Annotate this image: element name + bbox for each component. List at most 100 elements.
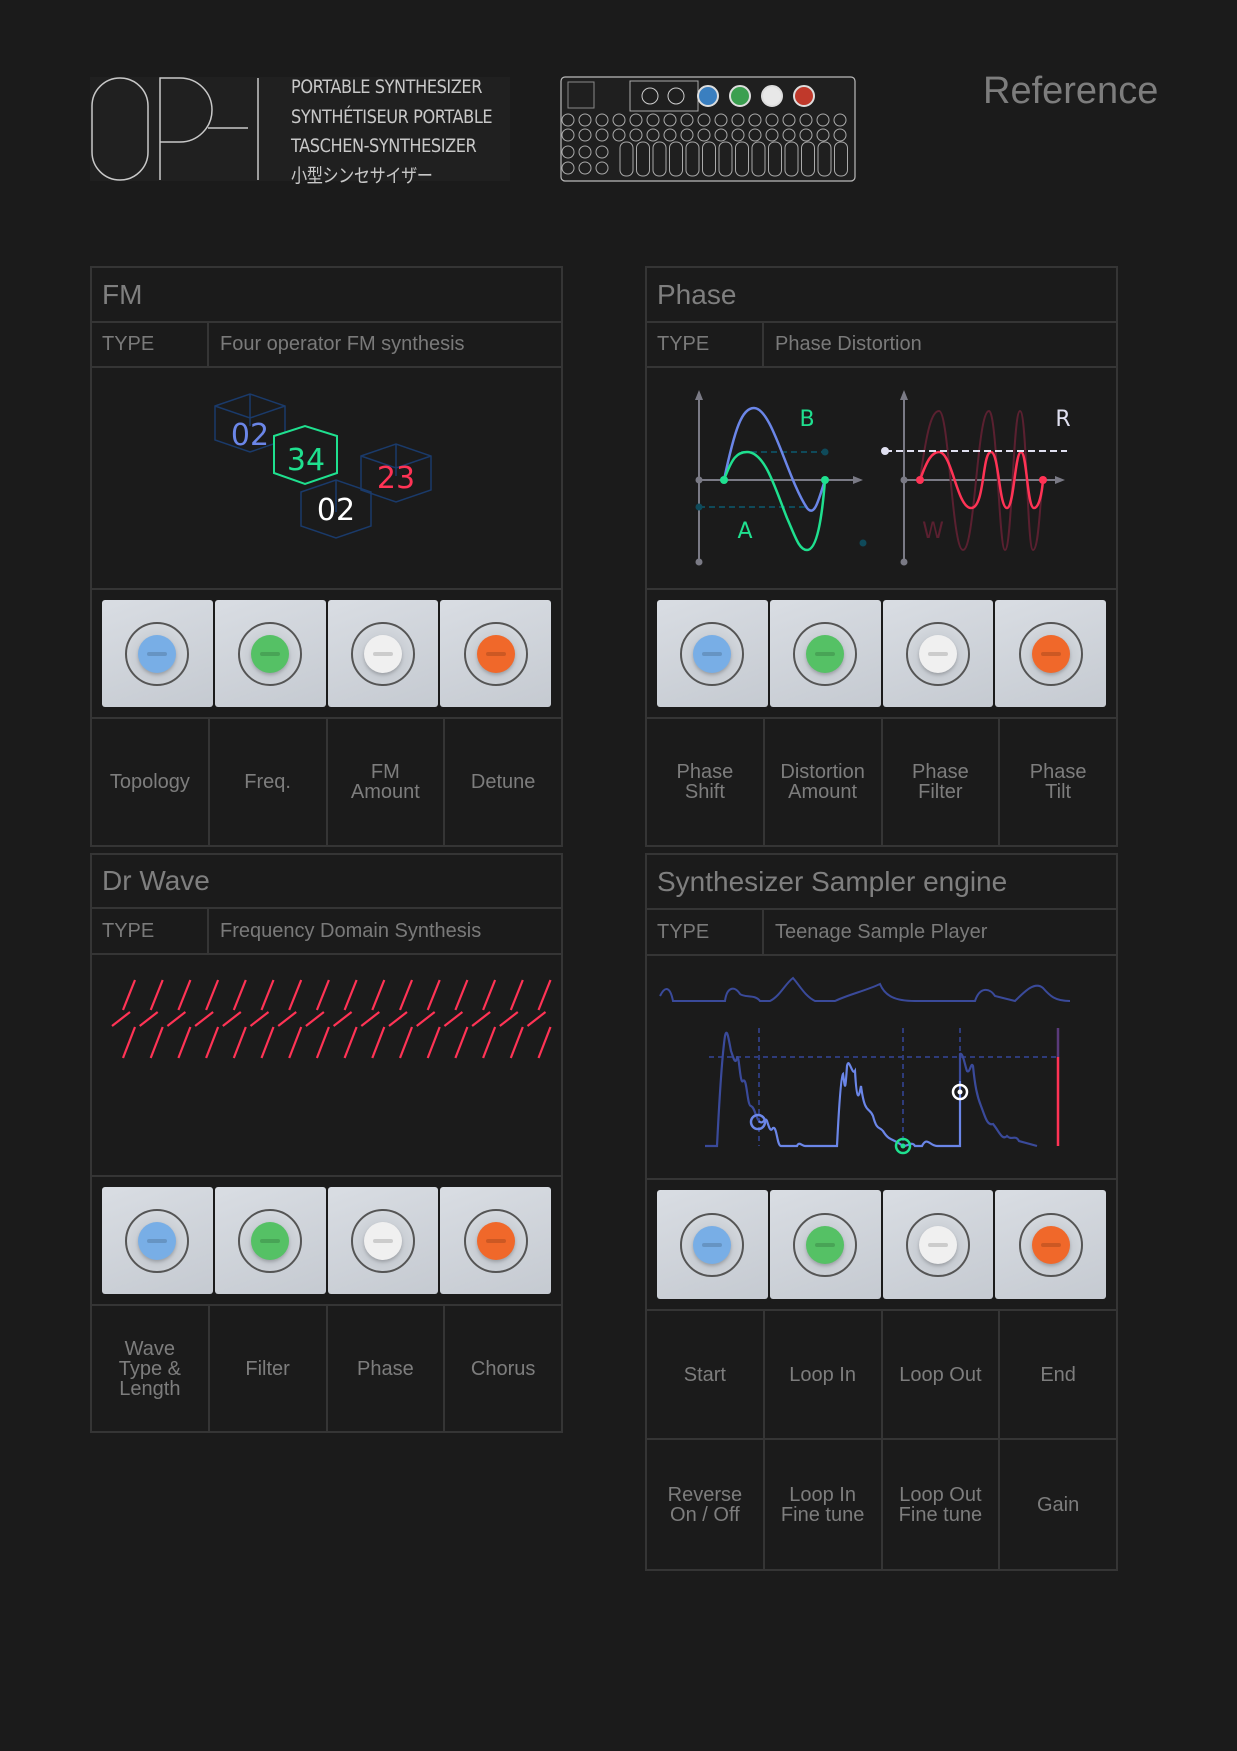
overview-waveform xyxy=(659,976,1071,1003)
type-key: TYPE xyxy=(647,910,764,954)
knob-cap-green xyxy=(806,1225,845,1264)
harmonic-stroke xyxy=(416,1011,436,1027)
harmonic-stroke xyxy=(371,1026,386,1059)
knob-white[interactable] xyxy=(882,600,994,707)
knob-green[interactable] xyxy=(214,600,326,707)
knob-cap-white xyxy=(918,1225,957,1264)
knob-row xyxy=(647,1180,1116,1311)
device-illustration xyxy=(560,76,856,182)
tagline: PORTABLE SYNTHESIZER SYNTHÉTISEUR PORTAB… xyxy=(291,73,493,191)
harmonic-stroke xyxy=(426,979,441,1011)
type-value: Phase Distortion xyxy=(775,333,922,355)
knob-orange[interactable] xyxy=(995,600,1106,707)
harmonic-stroke xyxy=(343,979,358,1011)
operator-2-label: 34 xyxy=(287,443,325,478)
param-label: Start xyxy=(647,1311,765,1438)
guide-dot xyxy=(859,539,867,547)
param-label: End xyxy=(1040,1363,1076,1386)
loopout-marker-dot xyxy=(900,1143,906,1149)
type-key: TYPE xyxy=(92,323,209,366)
knob-blue[interactable] xyxy=(102,600,213,707)
knob-blue[interactable] xyxy=(657,1190,768,1299)
device-knob-blue xyxy=(697,85,719,107)
logo-letter-o xyxy=(91,77,149,181)
device-knob-green xyxy=(729,85,751,107)
knob-green[interactable] xyxy=(769,1190,881,1299)
param-label: Distortion Amount xyxy=(765,719,883,845)
knob-cap-green xyxy=(251,634,290,673)
label-b: B xyxy=(799,407,814,432)
harmonic-stroke xyxy=(121,979,137,1011)
param-label: Topology xyxy=(92,719,210,845)
knob-cap-blue xyxy=(138,1221,177,1260)
knob-row xyxy=(92,1177,561,1306)
knob-blue[interactable] xyxy=(657,600,768,707)
loopin-marker-dot xyxy=(957,1089,963,1095)
knob-orange[interactable] xyxy=(440,600,551,707)
guide-dot xyxy=(695,503,703,511)
knob-cap-orange xyxy=(1031,1225,1070,1264)
tagline-de: TASCHEN-SYNTHESIZER xyxy=(291,135,477,157)
knob-cap-orange xyxy=(1031,634,1070,673)
harmonic-stroke xyxy=(526,1011,547,1027)
harmonic-stroke xyxy=(443,1011,464,1027)
harmonic-stroke xyxy=(509,979,524,1011)
harmonic-stroke xyxy=(332,1011,353,1027)
type-value: Four operator FM synthesis xyxy=(220,333,465,355)
phase-panel: Phase TYPE Phase Distortion B A R W Phas… xyxy=(645,266,1118,847)
fm-operator-diagram: 02 34 23 02 xyxy=(214,393,432,539)
harmonic-stroke xyxy=(305,1011,325,1027)
knob-row xyxy=(92,590,561,719)
arrow-icon xyxy=(695,390,703,400)
harmonic-stroke xyxy=(398,979,414,1011)
label-w: W xyxy=(922,519,944,544)
knob-green[interactable] xyxy=(769,600,881,707)
axis-dot xyxy=(900,476,908,484)
param-label: Loop In xyxy=(765,1311,883,1438)
wave-point xyxy=(916,476,924,484)
operator-3-label: 23 xyxy=(377,461,415,496)
param-label: Loop Out xyxy=(883,1311,1001,1438)
arrow-icon xyxy=(1055,476,1065,484)
knob-white[interactable] xyxy=(327,600,439,707)
wave-point xyxy=(821,476,829,484)
param-labels: Topology Freq. FM Amount Detune xyxy=(92,719,561,845)
knob-green[interactable] xyxy=(214,1187,326,1294)
sample-waveform-diagram xyxy=(659,976,1071,1155)
harmonic-stroke xyxy=(177,1026,192,1059)
waveform-segment-post xyxy=(958,1052,1038,1148)
knob-white[interactable] xyxy=(327,1187,439,1294)
logo-letter-p xyxy=(159,77,213,180)
harmonic-stroke xyxy=(471,1011,491,1027)
page-label: Reference xyxy=(983,70,1159,112)
param-label: Phase Shift xyxy=(647,719,765,845)
knob-orange[interactable] xyxy=(995,1190,1106,1299)
type-row: TYPE Phase Distortion xyxy=(647,323,1116,368)
harmonic-stroke xyxy=(288,979,303,1011)
device-knob-red xyxy=(793,85,815,107)
frequency-domain-diagram xyxy=(111,979,552,1059)
engine-title: Synthesizer Sampler engine xyxy=(647,855,1116,910)
tagline-fr: SYNTHÉTISEUR PORTABLE xyxy=(291,105,493,128)
waveform-segment-active xyxy=(758,1062,962,1148)
knob-row xyxy=(647,590,1116,719)
type-value: Teenage Sample Player xyxy=(775,920,988,943)
knob-orange[interactable] xyxy=(440,1187,551,1294)
param-label: FM Amount xyxy=(328,719,446,845)
knob-cap-green xyxy=(251,1221,290,1260)
device-knob-white xyxy=(761,85,783,107)
harmonic-stroke xyxy=(315,1026,330,1059)
harmonic-stroke xyxy=(482,979,497,1011)
harmonic-stroke xyxy=(426,1026,441,1059)
engine-title: FM xyxy=(92,268,561,323)
harmonic-stroke xyxy=(149,979,164,1011)
knob-blue[interactable] xyxy=(102,1187,213,1294)
knob-white[interactable] xyxy=(882,1190,994,1299)
knob-cap-white xyxy=(363,634,402,673)
knob-cap-white xyxy=(363,1221,402,1260)
harmonic-stroke xyxy=(288,1026,303,1059)
harmonic-stroke xyxy=(537,979,552,1011)
knob-cap-white xyxy=(918,634,957,673)
axis-dot xyxy=(695,558,703,566)
harmonic-stroke xyxy=(509,1026,524,1059)
